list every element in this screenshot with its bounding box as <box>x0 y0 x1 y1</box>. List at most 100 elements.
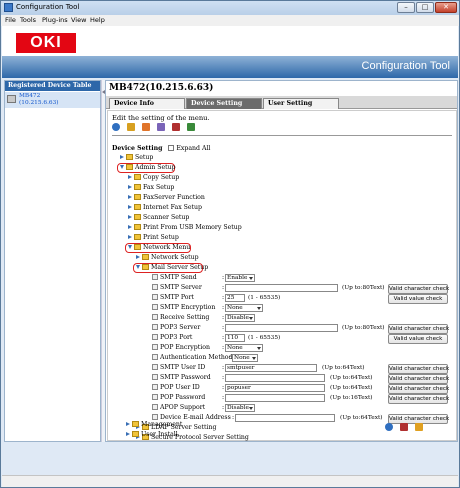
field-smtp-user-id: SMTP User ID : smtpuser (Up to:64Text) V… <box>152 364 452 374</box>
folder-icon <box>134 184 141 190</box>
tab-device-setting[interactable]: Device Setting <box>186 98 262 109</box>
expand-arrow-icon[interactable] <box>128 215 132 219</box>
colon: : <box>222 334 225 341</box>
tree-node-admin-setup[interactable]: Admin Setup <box>120 164 176 173</box>
setting-icon <box>152 344 158 350</box>
field-label: SMTP Port <box>160 294 194 301</box>
colon: : <box>222 344 225 351</box>
tree-node-fax-setup[interactable]: Fax Setup <box>128 184 174 193</box>
field-pop-user-id: POP User ID : popuser (Up to:64Text) Val… <box>152 384 452 394</box>
minimize-button[interactable]: – <box>397 2 415 13</box>
smtp-server-check-button[interactable]: Valid character check <box>388 284 449 294</box>
smtp-port-check-button[interactable]: Valid value check <box>388 294 448 304</box>
smtp-port-input[interactable]: 25 <box>225 294 245 302</box>
tree-label: Mail Server Setup <box>151 264 209 271</box>
tab-user-setting[interactable]: User Setting <box>263 98 339 109</box>
apop-support-select[interactable]: Disable <box>225 404 255 412</box>
tree-node-setup[interactable]: Setup <box>120 154 153 163</box>
menu-view[interactable]: View <box>71 16 86 24</box>
expand-all-checkbox[interactable] <box>168 145 175 151</box>
receive-setting-select[interactable]: Disable <box>225 314 255 322</box>
auth-method-select[interactable]: None <box>232 354 258 362</box>
pop-encryption-select[interactable]: None <box>225 344 263 352</box>
tree-node-faxserver[interactable]: FaxServer Function <box>128 194 205 203</box>
tree-node-user-install[interactable]: User Install <box>126 431 178 440</box>
field-smtp-send: SMTP Send : Enable <box>152 274 452 283</box>
field-pop3-port: POP3 Port : 110 (1 - 65535) Valid value … <box>152 334 452 344</box>
tree-node-mail-server-setup[interactable]: Mail Server Setup <box>136 264 208 273</box>
refresh-icon[interactable] <box>112 123 120 131</box>
select-value: Disable <box>227 315 249 321</box>
field-pop-encryption: POP Encryption : None <box>152 344 452 353</box>
device-list-item[interactable]: MB472 (10.215.6.63) <box>5 92 100 108</box>
pop3-server-check-button[interactable]: Valid character check <box>388 324 449 334</box>
header-banner: OKI Configuration Tool <box>2 26 458 78</box>
smtp-user-id-check-button[interactable]: Valid character check <box>388 364 449 374</box>
expand-arrow-icon[interactable] <box>128 195 132 199</box>
setting-icon <box>152 284 158 290</box>
smtp-encryption-select[interactable]: None <box>225 304 263 312</box>
smtp-password-hint: (Up to:64Text) <box>330 375 373 381</box>
tree-node-copy-setup[interactable]: Copy Setup <box>128 174 179 183</box>
tree-node-network-setup[interactable]: Network Setup <box>136 254 199 263</box>
menu-tools[interactable]: Tools <box>20 16 36 24</box>
pop3-server-input[interactable] <box>225 324 338 332</box>
device-table-panel: Registered Device Table MB472 (10.215.6.6… <box>4 80 101 442</box>
folder-icon <box>142 254 149 260</box>
field-label: Authentication Method <box>160 354 233 361</box>
collapse-arrow-icon[interactable] <box>136 265 140 269</box>
apply-icon[interactable] <box>187 123 196 131</box>
export-icon[interactable] <box>157 123 166 131</box>
tree-node-scanner-setup[interactable]: Scanner Setup <box>128 214 189 223</box>
expand-arrow-icon[interactable] <box>128 205 132 209</box>
pop3-port-input[interactable]: 110 <box>225 334 245 342</box>
import-icon[interactable] <box>142 123 151 131</box>
smtp-server-hint: (Up to:80Text) <box>342 285 385 291</box>
menu-plugins[interactable]: Plug-ins <box>42 16 68 24</box>
smtp-password-input[interactable] <box>225 374 325 382</box>
pop3-port-check-button[interactable]: Valid value check <box>388 334 448 344</box>
setting-icon <box>152 294 158 300</box>
expand-arrow-icon[interactable] <box>128 235 132 239</box>
smtp-user-id-input[interactable]: smtpuser <box>225 364 317 372</box>
collapse-arrow-icon[interactable] <box>128 245 132 249</box>
expand-arrow-icon[interactable] <box>126 422 130 426</box>
expand-arrow-icon[interactable] <box>128 225 132 229</box>
colon: : <box>222 314 225 321</box>
tab-device-info[interactable]: Device Info <box>109 98 185 109</box>
upload-icon[interactable] <box>127 123 136 131</box>
save-icon[interactable] <box>400 423 409 431</box>
expand-arrow-icon[interactable] <box>126 432 130 436</box>
colon: : <box>222 404 225 411</box>
tree-node-management[interactable]: Management <box>126 421 182 430</box>
folder-icon <box>126 154 133 160</box>
undo-icon[interactable] <box>415 423 424 431</box>
expand-arrow-icon[interactable] <box>136 255 140 259</box>
pop-password-input[interactable] <box>225 394 325 402</box>
tree-node-network-menu[interactable]: Network Menu <box>128 244 190 253</box>
expand-arrow-icon[interactable] <box>128 185 132 189</box>
close-button[interactable]: ✕ <box>435 2 457 13</box>
pop-password-check-button[interactable]: Valid character check <box>388 394 449 404</box>
expand-arrow-icon[interactable] <box>128 175 132 179</box>
menu-file[interactable]: File <box>5 16 16 24</box>
folder-icon <box>134 174 141 180</box>
smtp-password-check-button[interactable]: Valid character check <box>388 374 449 384</box>
maximize-button[interactable]: □ <box>416 2 434 13</box>
tab-bar: Device Info Device Setting User Setting <box>106 96 457 109</box>
tree-node-print-setup[interactable]: Print Setup <box>128 234 179 243</box>
menu-help[interactable]: Help <box>90 16 105 24</box>
tree-node-internet-fax[interactable]: Internet Fax Setup <box>128 204 202 213</box>
field-label: APOP Support <box>160 404 206 411</box>
pop-user-id-input[interactable]: popuser <box>225 384 325 392</box>
smtp-server-input[interactable] <box>225 284 338 292</box>
expand-arrow-icon[interactable] <box>120 155 124 159</box>
smtp-send-select[interactable]: Enable <box>225 274 255 282</box>
tree-label: FaxServer Function <box>143 194 205 201</box>
save-icon[interactable] <box>172 123 181 131</box>
pop-user-id-check-button[interactable]: Valid character check <box>388 384 449 394</box>
device-email-input[interactable] <box>235 414 335 422</box>
tree-node-print-usb[interactable]: Print From USB Memory Setup <box>128 224 242 233</box>
refresh-icon[interactable] <box>385 423 393 431</box>
collapse-arrow-icon[interactable] <box>120 165 124 169</box>
